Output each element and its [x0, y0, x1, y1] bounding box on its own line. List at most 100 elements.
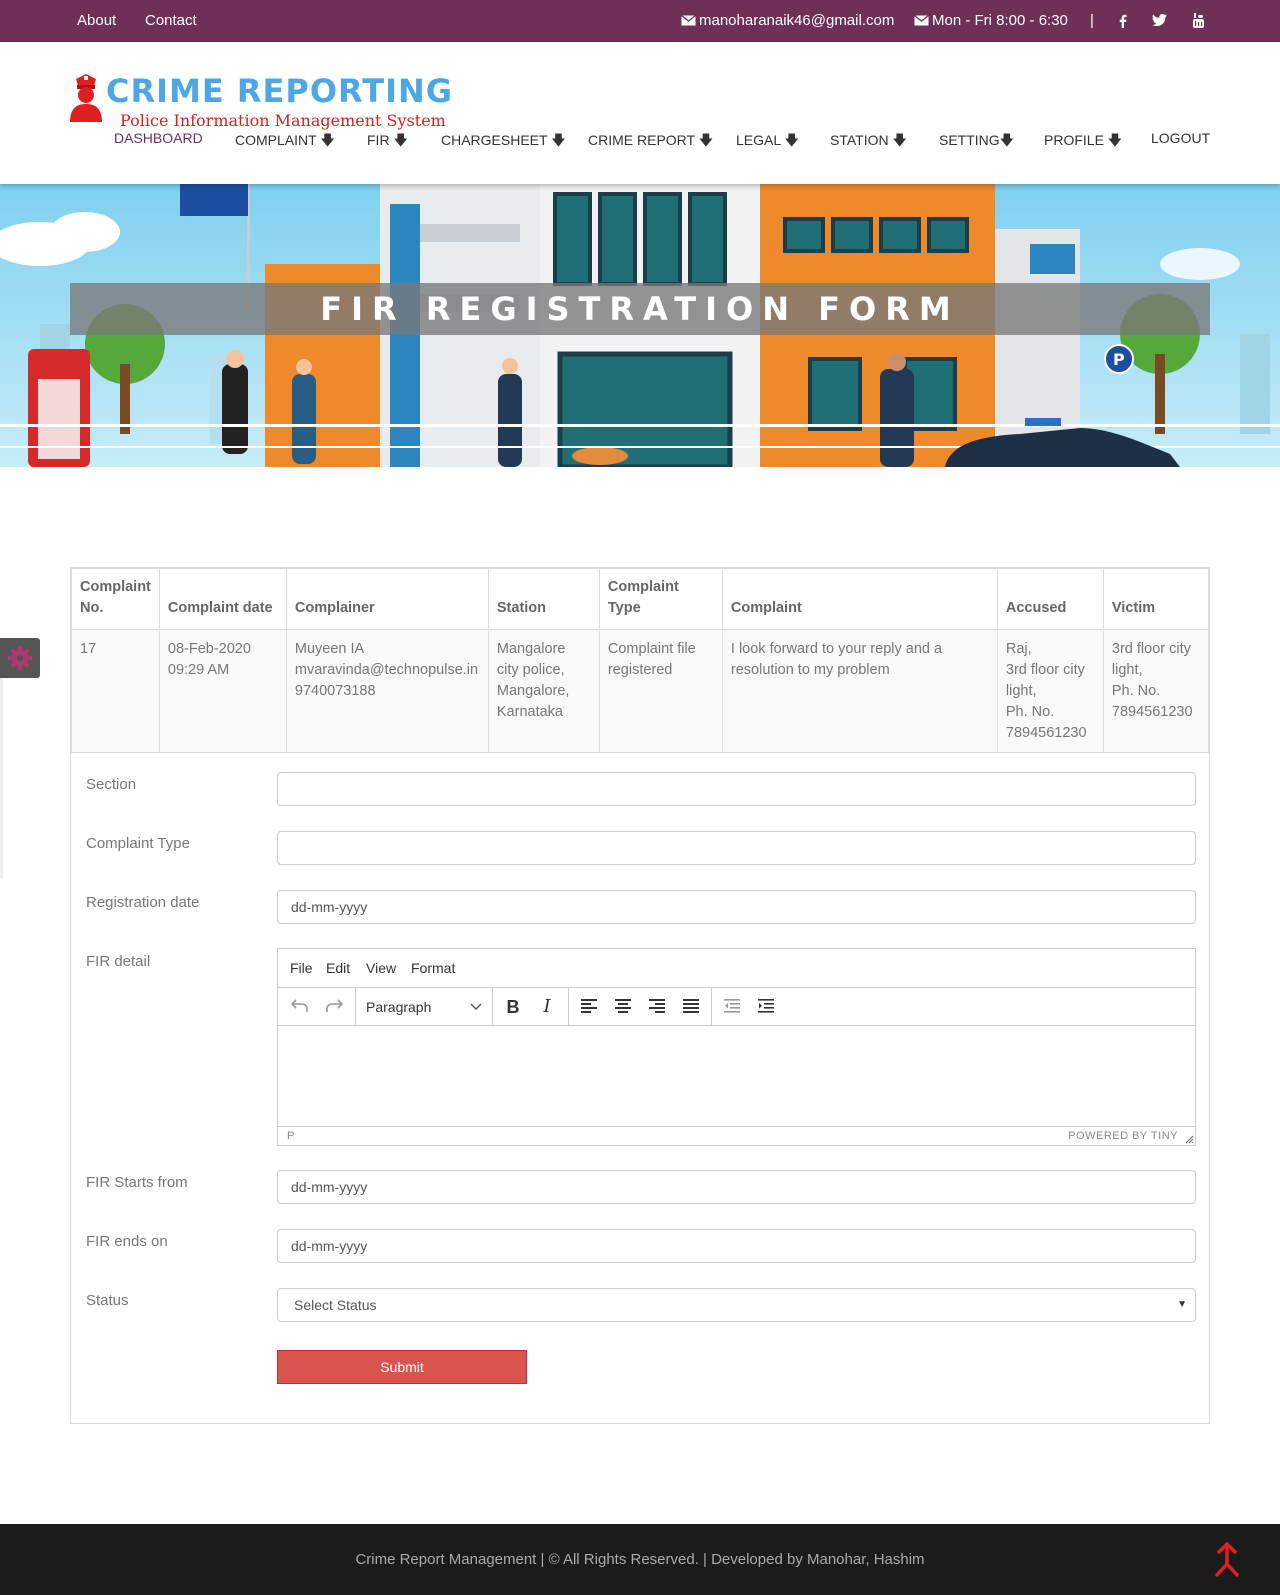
fir-starts-label: FIR Starts from	[86, 1174, 188, 1191]
side-panel-edge	[0, 678, 3, 878]
menu-file[interactable]: File	[290, 960, 313, 976]
email-text: manoharanaik46@gmail.com	[699, 12, 895, 29]
toolbar-divider	[711, 988, 712, 1026]
editor-menubar: File Edit View Format	[278, 949, 1195, 988]
site-header: CRIME REPORTING Police Information Manag…	[0, 42, 1280, 184]
fir-detail-label: FIR detail	[86, 953, 151, 970]
status-select[interactable]: Select Status ▼	[277, 1288, 1196, 1322]
column-header: Accused	[996, 568, 1104, 630]
station-cell: Mangalore city police, Mangalore, Karnat…	[487, 629, 600, 753]
complaint-cell: I look forward to your reply and a resol…	[721, 629, 998, 753]
bold-icon[interactable]: B	[500, 988, 526, 1026]
toolbar-divider	[492, 988, 493, 1026]
complaint-type-cell: Complaint file registered	[598, 629, 723, 753]
victim-cell: 3rd floor city light, Ph. No. 7894561230	[1102, 629, 1210, 753]
section-input[interactable]	[277, 772, 1196, 806]
status-select-value: Select Status	[294, 1297, 377, 1313]
italic-icon[interactable]: I	[534, 988, 560, 1026]
section-label: Section	[86, 776, 137, 793]
editor-toolbar: Paragraph B I	[278, 988, 1195, 1026]
hours-text: Mon - Fri 8:00 - 6:30	[932, 12, 1068, 29]
registration-date-label: Registration date	[86, 894, 200, 911]
envelope-icon	[681, 15, 696, 26]
police-officer-icon	[70, 74, 102, 122]
align-left-icon[interactable]	[576, 988, 602, 1026]
about-link[interactable]: About	[77, 0, 116, 42]
toolbar-divider	[568, 988, 569, 1026]
nav-chargesheet[interactable]: CHARGESHEET 🡇	[441, 130, 566, 154]
caret-down-icon: ▼	[1177, 1299, 1187, 1310]
settings-side-tab[interactable]	[0, 638, 40, 678]
redo-icon[interactable]	[320, 988, 348, 1026]
nav-station[interactable]: STATION 🡇	[830, 130, 907, 154]
svg-text:P: P	[1113, 350, 1125, 369]
youtube-icon[interactable]	[1192, 13, 1205, 29]
top-bar: About Contact manoharanaik46@gmail.com M…	[0, 0, 1280, 42]
twitter-icon[interactable]	[1152, 14, 1167, 28]
align-right-icon[interactable]	[644, 988, 670, 1026]
email-contact[interactable]: manoharanaik46@gmail.com	[681, 0, 894, 42]
complaint-date-cell: 08-Feb-2020 09:29 AM	[158, 629, 287, 753]
menu-edit[interactable]: Edit	[326, 960, 350, 976]
main-navigation: DASHBOARD COMPLAINT 🡇 FIR 🡇 CHARGESHEET …	[0, 130, 1280, 154]
fir-detail-editor: File Edit View Format Paragraph B I P PO…	[277, 948, 1196, 1146]
table-row: 17 08-Feb-2020 09:29 AM Muyeen IA mvarav…	[71, 629, 1210, 753]
table-header-row: Complaint No. Complaint date Complainer …	[71, 568, 1210, 630]
hours-info: Mon - Fri 8:00 - 6:30	[914, 0, 1068, 42]
element-path[interactable]: P	[287, 1130, 294, 1142]
undo-icon[interactable]	[286, 988, 314, 1026]
column-header: Complaint Type	[598, 568, 723, 630]
nav-legal[interactable]: LEGAL 🡇	[736, 130, 799, 154]
envelope-icon	[914, 15, 929, 26]
fir-detail-textarea[interactable]	[278, 1026, 1195, 1126]
nav-complaint[interactable]: COMPLAINT 🡇	[235, 130, 335, 154]
page-title: FIR REGISTRATION FORM	[320, 290, 960, 328]
accused-cell: Raj, 3rd floor city light, Ph. No. 78945…	[996, 629, 1104, 753]
column-header: Complaint	[721, 568, 998, 630]
logo-subtitle: Police Information Management System	[120, 111, 446, 130]
align-justify-icon[interactable]	[678, 988, 704, 1026]
nav-setting[interactable]: SETTING🡇	[939, 130, 1014, 154]
outdent-icon[interactable]	[719, 988, 745, 1026]
menu-view[interactable]: View	[366, 960, 396, 976]
fir-ends-label: FIR ends on	[86, 1233, 168, 1250]
nav-logout[interactable]: LOGOUT	[1151, 130, 1210, 146]
fir-ends-input[interactable]: dd-mm-yyyy	[277, 1229, 1196, 1263]
site-footer: Crime Report Management | © All Rights R…	[0, 1524, 1280, 1595]
page-banner: P FIR REGISTRATION FORM	[0, 184, 1280, 467]
complaint-type-input[interactable]	[277, 831, 1196, 865]
contact-link[interactable]: Contact	[145, 0, 197, 42]
site-logo[interactable]: CRIME REPORTING Police Information Manag…	[68, 70, 468, 130]
gear-icon	[8, 646, 32, 670]
toolbar-divider	[355, 988, 356, 1026]
fir-starts-input[interactable]: dd-mm-yyyy	[277, 1170, 1196, 1204]
column-header: Complainer	[285, 568, 489, 630]
nav-dashboard[interactable]: DASHBOARD	[114, 130, 203, 146]
indent-icon[interactable]	[753, 988, 779, 1026]
chevron-down-icon[interactable]	[470, 988, 482, 1026]
resize-handle-icon[interactable]	[1185, 1135, 1194, 1144]
complaint-no-cell: 17	[71, 629, 160, 753]
complaint-table: Complaint No. Complaint date Complainer …	[71, 568, 1210, 753]
complaint-type-label: Complaint Type	[86, 835, 190, 852]
column-header: Station	[487, 568, 600, 630]
nav-crime-report[interactable]: CRIME REPORT 🡇	[588, 130, 713, 154]
powered-by-link[interactable]: POWERED BY TINY	[1068, 1130, 1178, 1142]
menu-format[interactable]: Format	[411, 960, 455, 976]
footer-text: Crime Report Management | © All Rights R…	[355, 1551, 925, 1568]
registration-date-input[interactable]: dd-mm-yyyy	[277, 890, 1196, 924]
block-format-select[interactable]: Paragraph	[366, 988, 431, 1026]
facebook-icon[interactable]	[1119, 14, 1127, 28]
column-header: Complaint date	[158, 568, 287, 630]
submit-button[interactable]: Submit	[277, 1350, 527, 1384]
column-header: Complaint No.	[71, 568, 160, 630]
nav-profile[interactable]: PROFILE 🡇	[1044, 130, 1122, 154]
editor-statusbar: P POWERED BY TINY	[278, 1126, 1195, 1145]
scroll-to-top-icon[interactable]	[1212, 1542, 1242, 1578]
nav-fir[interactable]: FIR 🡇	[367, 130, 408, 154]
align-center-icon[interactable]	[610, 988, 636, 1026]
fir-form-panel: Complaint No. Complaint date Complainer …	[70, 567, 1210, 1424]
topbar-separator: |	[1090, 12, 1094, 29]
complainer-cell: Muyeen IA mvaravinda@technopulse.in 9740…	[285, 629, 489, 753]
status-label: Status	[86, 1292, 129, 1309]
